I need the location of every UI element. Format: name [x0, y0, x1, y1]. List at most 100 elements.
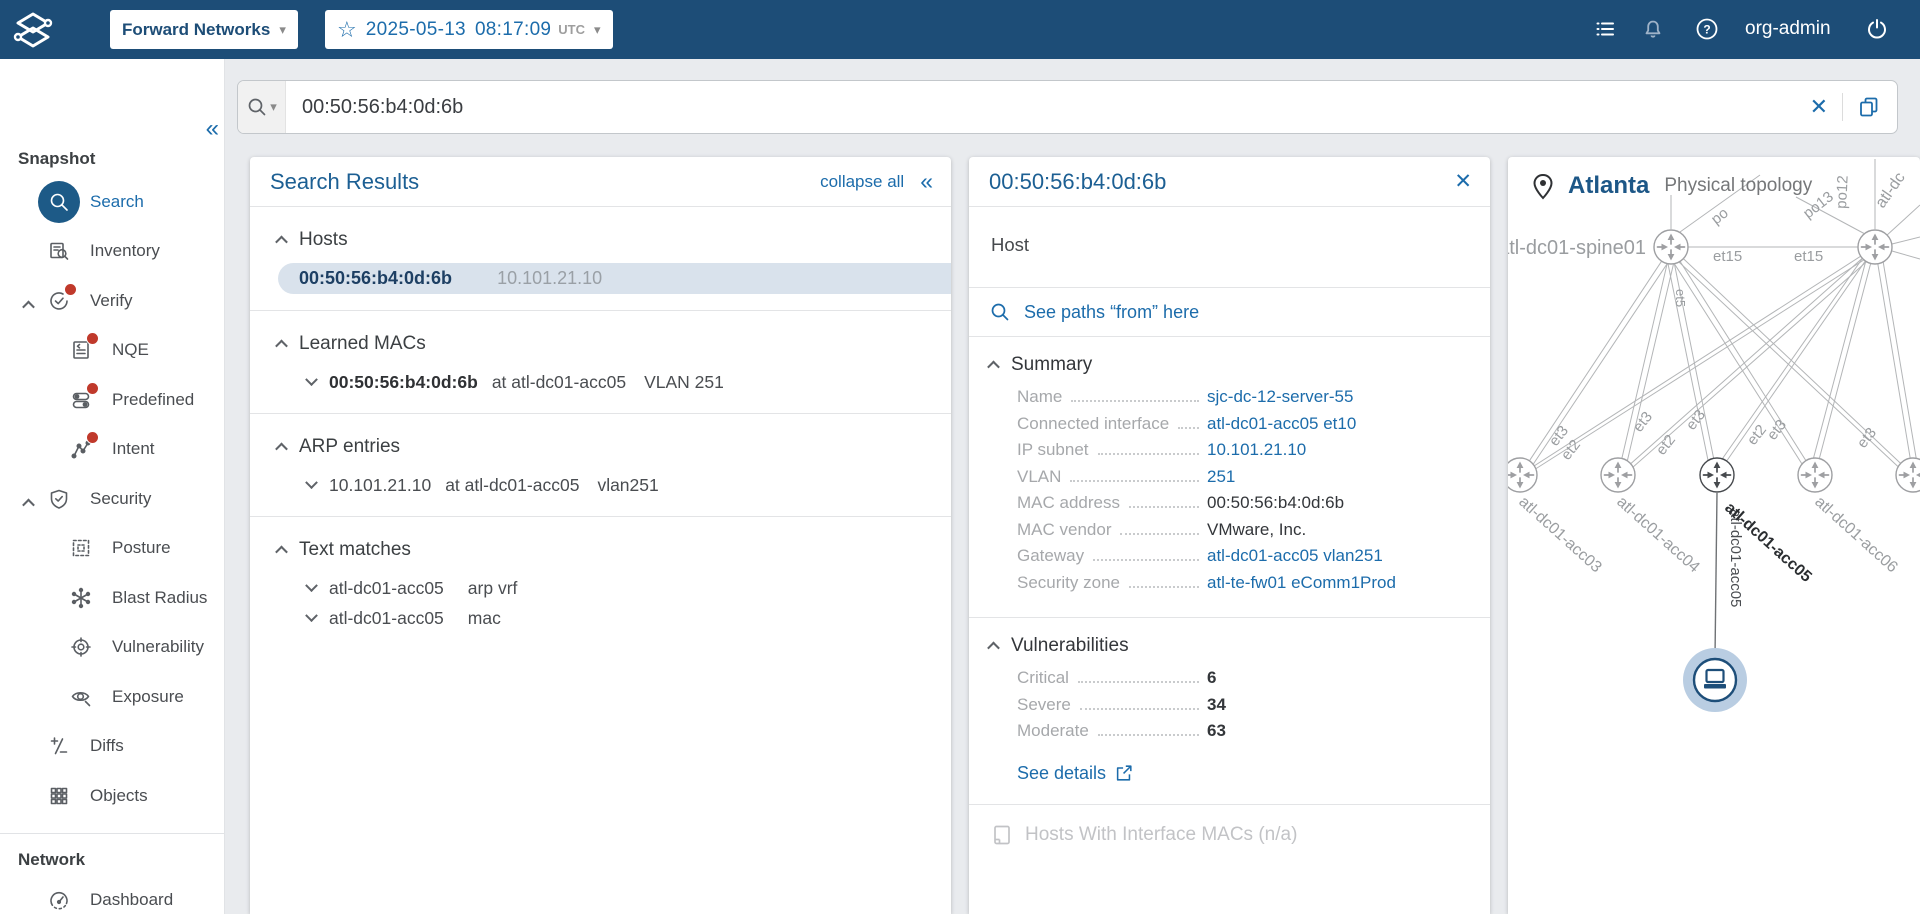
see-paths-action[interactable]: See paths “from” here: [969, 288, 1490, 337]
security-shield-icon: [50, 489, 68, 509]
help-icon[interactable]: ?: [1693, 15, 1721, 43]
field-value-link[interactable]: sjc-dc-12-server-55: [1207, 387, 1353, 407]
learned-mac-row[interactable]: 00:50:56:b4:0d:6b at atl-dc01-acc05 VLAN…: [250, 367, 951, 397]
host-result-row-selected[interactable]: 00:50:56:b4:0d:6b 10.101.21.10: [278, 263, 951, 294]
field-value: 00:50:56:b4:0d:6b: [1207, 493, 1345, 512]
router-node-acc06[interactable]: [1797, 457, 1833, 493]
chevron-down-icon: [305, 372, 318, 386]
summary-header[interactable]: Summary: [987, 354, 1468, 376]
sidebar-item-dashboard[interactable]: Dashboard: [0, 876, 224, 914]
snapshot-selector[interactable]: ☆ 2025-05-13 08:17:09 UTC ▾: [325, 10, 613, 49]
field-value-link[interactable]: 251: [1207, 467, 1235, 487]
detail-object-type: Host: [969, 207, 1490, 288]
notifications-bell-icon[interactable]: [1639, 15, 1667, 43]
top-bar: Forward Networks ▾ ☆ 2025-05-13 08:17:09…: [0, 0, 1920, 59]
chevron-down-icon: ▾: [270, 99, 277, 114]
location-pin-icon: [1533, 173, 1553, 199]
sidebar-item-verify[interactable]: Verify: [0, 276, 224, 326]
field-value-link[interactable]: atl-dc01-acc05 vlan251: [1207, 546, 1383, 566]
sidebar-collapse-icon[interactable]: «: [206, 117, 219, 141]
chevron-down-icon: ▾: [279, 21, 286, 37]
sidebar-item-exposure[interactable]: Exposure: [0, 672, 224, 722]
sidebar-item-diffs[interactable]: Diffs: [0, 722, 224, 772]
router-node-spine01[interactable]: [1653, 229, 1689, 265]
topology-panel: et15 et15 po12 po13 po et5 et3 et2 et3 e…: [1508, 157, 1920, 914]
summary-field: MAC vendor VMware, Inc.: [1017, 519, 1307, 539]
edge-label: et3: [1630, 409, 1656, 436]
hosts-section-header[interactable]: Hosts: [250, 217, 951, 263]
sidebar-item-objects[interactable]: Objects: [0, 771, 224, 821]
edge-label: et5: [1673, 289, 1688, 307]
collapse-panel-icon[interactable]: «: [920, 170, 933, 193]
posture-grid-icon: [72, 539, 90, 557]
sidebar-item-security[interactable]: Security: [0, 474, 224, 524]
spine-node-label: atl-dc01-spine01: [1508, 237, 1646, 259]
edge-label: et3: [1683, 407, 1709, 434]
current-user[interactable]: org-admin: [1745, 18, 1831, 40]
text-match-row[interactable]: atl-dc01-acc05 mac: [250, 603, 951, 633]
edge-label: po: [1708, 204, 1732, 228]
org-name: Forward Networks: [122, 19, 271, 39]
arp-entries-section: ARP entries 10.101.21.10 at atl-dc01-acc…: [250, 414, 951, 517]
field-value-link[interactable]: atl-te-fw01 eComm1Prod: [1207, 573, 1396, 593]
svg-text:?: ?: [1703, 23, 1710, 37]
topology-canvas[interactable]: et15 et15 po12 po13 po et5 et3 et2 et3 e…: [1508, 157, 1920, 914]
chevron-up-icon: [275, 442, 288, 455]
detail-title: 00:50:56:b4:0d:6b: [989, 168, 1167, 194]
arp-entries-header[interactable]: ARP entries: [250, 424, 951, 470]
exposure-eye-icon: [71, 691, 91, 707]
field-value-link[interactable]: atl-dc01-acc05 et10: [1207, 414, 1356, 434]
summary-section: Summary Name sjc-dc-12-server-55 Connecte…: [969, 337, 1490, 618]
collapse-all-link[interactable]: collapse all: [820, 172, 904, 192]
chevron-up-icon: [22, 498, 35, 512]
text-match-row[interactable]: atl-dc01-acc05 arp vrf: [250, 573, 951, 603]
learned-macs-header[interactable]: Learned MACs: [250, 321, 951, 367]
chevron-down-icon: ▾: [594, 21, 601, 37]
sidebar-item-nqe[interactable]: NQE: [0, 326, 224, 376]
edge-label: et15: [1794, 248, 1823, 265]
org-selector[interactable]: Forward Networks ▾: [110, 10, 298, 49]
alert-badge: [64, 282, 77, 296]
diffs-plus-minus-icon: [50, 737, 68, 755]
copy-icon[interactable]: [1857, 95, 1881, 119]
app-window: Forward Networks ▾ ☆ 2025-05-13 08:17:09…: [0, 0, 1920, 914]
arp-entry-row[interactable]: 10.101.21.10 at atl-dc01-acc05 vlan251: [250, 470, 951, 500]
chevron-up-icon: [275, 235, 288, 248]
host-mac: 00:50:56:b4:0d:6b: [299, 268, 453, 288]
close-icon[interactable]: ✕: [1454, 171, 1472, 192]
search-icon: [248, 98, 266, 116]
sidebar-item-vulnerability[interactable]: Vulnerability: [0, 623, 224, 673]
router-node-acc04[interactable]: [1600, 457, 1636, 493]
sidebar-item-intent[interactable]: Intent: [0, 425, 224, 475]
host-link: [1714, 492, 1718, 658]
sidebar-item-inventory[interactable]: Inventory: [0, 227, 224, 277]
search-input[interactable]: [286, 95, 1810, 119]
host-ip: 10.101.21.10: [497, 268, 603, 288]
router-node-edge[interactable]: [1895, 457, 1920, 493]
sidebar-item-blast-radius[interactable]: Blast Radius: [0, 573, 224, 623]
chevron-up-icon: [987, 641, 1000, 654]
sidebar-item-predefined[interactable]: Predefined: [0, 375, 224, 425]
sidebar-divider: [0, 832, 224, 834]
divider: [1842, 93, 1843, 121]
search-type-selector[interactable]: ▾: [238, 81, 286, 133]
sidebar-item-search[interactable]: Search: [0, 177, 224, 227]
router-node-acc03[interactable]: [1508, 457, 1538, 493]
summary-field: IP subnet 10.101.21.10: [1017, 440, 1307, 460]
vulnerability-row: Severe 34: [1017, 694, 1226, 714]
field-value-link[interactable]: 10.101.21.10: [1207, 440, 1306, 460]
snapshot-timezone: UTC: [558, 22, 586, 37]
text-matches-header[interactable]: Text matches: [250, 527, 951, 573]
see-details-link[interactable]: See details: [1017, 763, 1468, 784]
sidebar-section-snapshot: Snapshot: [18, 149, 96, 168]
external-link-icon: [1116, 765, 1132, 781]
sidebar-item-posture[interactable]: Posture: [0, 524, 224, 574]
router-node-spine02[interactable]: [1857, 229, 1893, 265]
tasks-list-icon[interactable]: [1591, 15, 1619, 43]
host-node[interactable]: [1683, 648, 1747, 712]
router-node-acc05-highlighted[interactable]: [1699, 457, 1735, 493]
logout-power-icon[interactable]: [1863, 15, 1891, 43]
vulnerabilities-header[interactable]: Vulnerabilities: [987, 635, 1468, 657]
clear-search-icon[interactable]: ✕: [1810, 96, 1828, 118]
topology-site-name[interactable]: Atlanta: [1568, 172, 1649, 200]
